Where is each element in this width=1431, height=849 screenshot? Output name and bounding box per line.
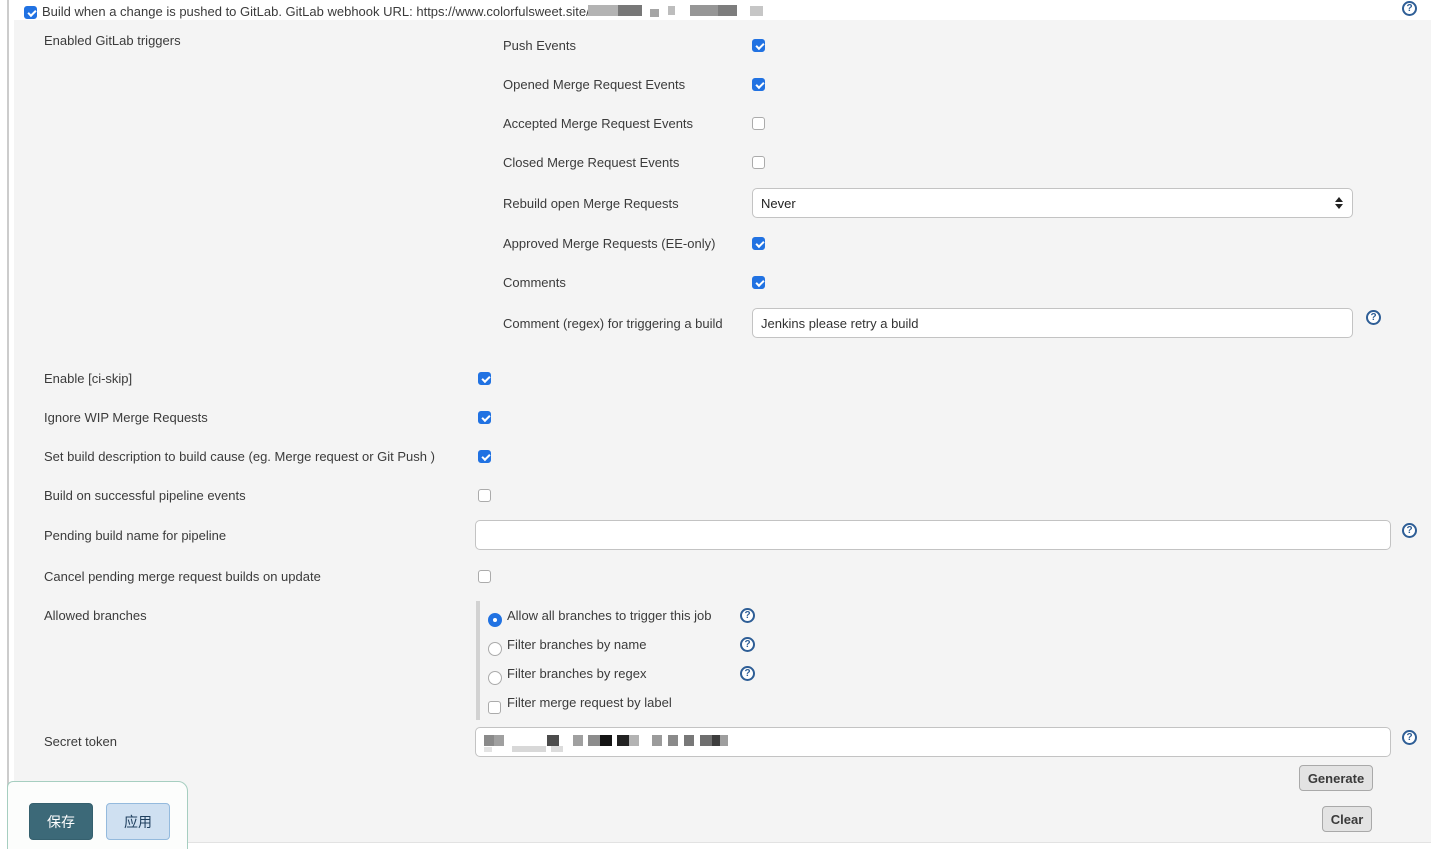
pending-build-name-label: Pending build name for pipeline	[44, 528, 226, 544]
help-icon[interactable]	[1366, 310, 1381, 325]
ignore-wip-checkbox[interactable]	[478, 411, 491, 424]
apply-button[interactable]: 应用	[106, 803, 170, 840]
build-description-checkbox[interactable]	[478, 450, 491, 463]
ignore-wip-label: Ignore WIP Merge Requests	[44, 410, 208, 426]
build-description-label: Set build description to build cause (eg…	[44, 449, 435, 465]
push-events-checkbox[interactable]	[752, 39, 765, 52]
allow-all-branches-radio[interactable]	[488, 613, 502, 627]
accepted-mr-events-label: Accepted Merge Request Events	[503, 116, 693, 132]
redacted-token	[484, 747, 492, 752]
redacted-webhook-path	[650, 9, 659, 17]
secret-token-input[interactable]	[475, 727, 1391, 757]
approved-mr-checkbox[interactable]	[752, 237, 765, 250]
help-icon[interactable]	[1402, 730, 1417, 745]
allowed-branches-indent-bar	[476, 601, 480, 720]
comments-checkbox[interactable]	[752, 276, 765, 289]
approved-mr-label: Approved Merge Requests (EE-only)	[503, 236, 715, 252]
pipeline-events-checkbox[interactable]	[478, 489, 491, 502]
redacted-token	[573, 735, 583, 746]
comment-regex-label: Comment (regex) for triggering a build	[503, 316, 723, 332]
rebuild-open-mr-selected-value: Never	[761, 196, 796, 211]
closed-mr-events-label: Closed Merge Request Events	[503, 155, 679, 171]
filter-branches-by-regex-radio[interactable]	[488, 671, 502, 685]
ci-skip-label: Enable [ci-skip]	[44, 371, 132, 387]
section-indent-line	[7, 0, 9, 849]
redacted-webhook-path	[618, 5, 642, 16]
comment-regex-input[interactable]	[752, 308, 1353, 338]
redacted-token	[712, 735, 720, 746]
redacted-token	[600, 735, 612, 746]
redacted-token	[588, 735, 600, 746]
redacted-token	[652, 735, 662, 746]
filter-branches-by-name-radio[interactable]	[488, 642, 502, 656]
redacted-token	[512, 746, 546, 752]
secret-token-label: Secret token	[44, 734, 117, 750]
save-apply-panel: 保存 应用	[7, 781, 188, 849]
redacted-webhook-path	[718, 5, 737, 16]
redacted-token	[629, 735, 639, 746]
build-on-gitlab-push-label: Build when a change is pushed to GitLab.…	[42, 4, 590, 20]
ci-skip-checkbox[interactable]	[478, 372, 491, 385]
closed-mr-events-checkbox[interactable]	[752, 156, 765, 169]
redacted-token	[668, 735, 678, 746]
trigger-config-panel	[14, 20, 1431, 843]
rebuild-open-mr-select[interactable]: Never	[752, 188, 1353, 218]
redacted-webhook-path	[668, 6, 675, 15]
redacted-token	[547, 735, 559, 746]
generate-button[interactable]: Generate	[1299, 765, 1373, 791]
accepted-mr-events-checkbox[interactable]	[752, 117, 765, 130]
redacted-token	[484, 735, 494, 746]
filter-branches-by-name-label: Filter branches by name	[507, 637, 646, 653]
redacted-token	[551, 746, 563, 752]
push-events-label: Push Events	[503, 38, 576, 54]
filter-mr-by-label-checkbox[interactable]	[488, 701, 501, 714]
redacted-token	[617, 735, 629, 746]
help-icon[interactable]	[740, 608, 755, 623]
redacted-webhook-path	[588, 5, 618, 16]
opened-mr-events-label: Opened Merge Request Events	[503, 77, 685, 93]
allowed-branches-label: Allowed branches	[44, 608, 147, 624]
help-icon[interactable]	[740, 637, 755, 652]
help-icon[interactable]	[1402, 523, 1417, 538]
build-on-gitlab-push-checkbox[interactable]	[24, 6, 37, 19]
cancel-pending-checkbox[interactable]	[478, 570, 491, 583]
clear-button[interactable]: Clear	[1322, 806, 1372, 832]
filter-mr-by-label-label: Filter merge request by label	[507, 695, 672, 711]
cancel-pending-label: Cancel pending merge request builds on u…	[44, 569, 321, 585]
jenkins-gitlab-trigger-config: Build when a change is pushed to GitLab.…	[0, 0, 1431, 849]
redacted-token	[494, 735, 504, 746]
redacted-webhook-path	[690, 5, 718, 16]
enabled-triggers-section-label: Enabled GitLab triggers	[44, 33, 181, 49]
pending-build-name-input[interactable]	[475, 520, 1391, 550]
redacted-token	[700, 735, 712, 746]
allow-all-branches-label: Allow all branches to trigger this job	[507, 608, 712, 624]
save-button[interactable]: 保存	[29, 803, 93, 840]
help-icon[interactable]	[1402, 1, 1417, 16]
opened-mr-events-checkbox[interactable]	[752, 78, 765, 91]
rebuild-open-mr-label: Rebuild open Merge Requests	[503, 196, 679, 212]
redacted-webhook-path	[750, 6, 763, 16]
filter-branches-by-regex-label: Filter branches by regex	[507, 666, 646, 682]
comments-label: Comments	[503, 275, 566, 291]
select-arrows-icon	[1335, 197, 1343, 209]
redacted-token	[684, 735, 694, 746]
help-icon[interactable]	[740, 666, 755, 681]
pipeline-events-label: Build on successful pipeline events	[44, 488, 246, 504]
redacted-token	[720, 735, 728, 746]
